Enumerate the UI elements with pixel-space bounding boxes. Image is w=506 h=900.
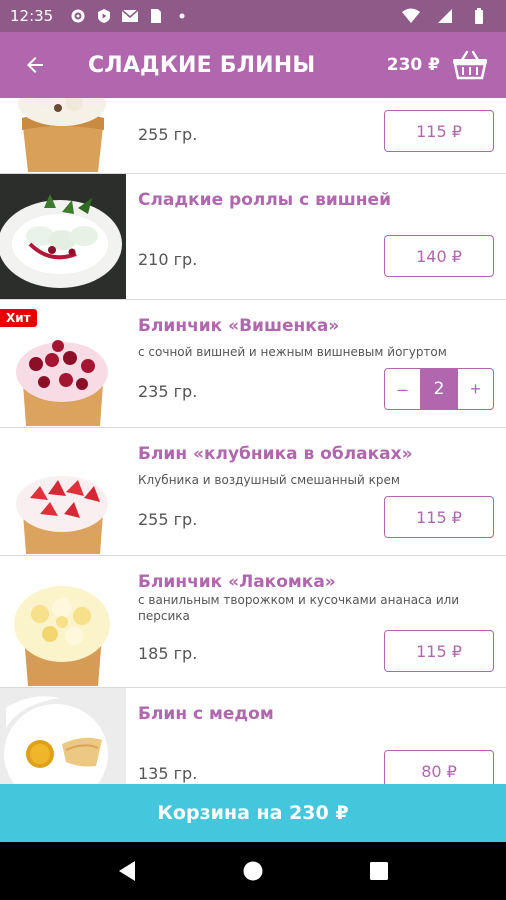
product-image — [0, 688, 126, 784]
back-button[interactable] — [0, 32, 70, 98]
product-weight: 210 гр. — [138, 250, 198, 269]
product-weight: 185 гр. — [138, 644, 198, 663]
product-row[interactable]: Хит Блинчик «Вишенка» с сочной вишней и … — [0, 300, 506, 428]
hit-badge: Хит — [0, 309, 37, 327]
basket-button[interactable] — [448, 43, 492, 87]
add-to-cart-button[interactable]: 115 ₽ — [384, 110, 494, 152]
navigation-bar — [0, 842, 506, 900]
back-triangle-icon — [119, 861, 135, 881]
add-to-cart-button[interactable]: 140 ₽ — [384, 235, 494, 277]
status-time: 12:35 — [10, 7, 54, 25]
product-description: с ванильным творожком и кусочками ананас… — [138, 593, 460, 623]
product-description: с сочной вишней и нежным вишневым йогурт… — [138, 345, 447, 359]
gear-icon — [69, 7, 87, 25]
cart-total[interactable]: 230 ₽ — [387, 55, 440, 75]
app-bar: СЛАДКИЕ БЛИНЫ 230 ₽ — [0, 32, 506, 98]
arrow-left-icon — [27, 57, 43, 73]
product-weight: 255 гр. — [138, 125, 198, 144]
increase-button[interactable]: + — [458, 369, 493, 409]
product-image — [0, 174, 126, 299]
product-name[interactable]: Блин «клубника в облаках» — [138, 444, 413, 464]
product-list[interactable]: 255 гр. 115 ₽ Сладкие роллы с вишней 210… — [0, 98, 506, 784]
home-circle-icon — [243, 861, 263, 881]
quantity-stepper[interactable]: – 2 + — [384, 368, 494, 410]
signal-icon — [436, 7, 454, 25]
nav-back-button[interactable] — [103, 847, 151, 895]
decrease-button[interactable]: – — [385, 369, 420, 409]
nav-home-button[interactable] — [229, 847, 277, 895]
product-row[interactable]: Блин «клубника в облаках» Клубника и воз… — [0, 428, 506, 556]
product-image — [0, 98, 126, 173]
product-row[interactable]: 255 гр. 115 ₽ — [0, 98, 506, 174]
product-name[interactable]: Блин с медом — [138, 704, 274, 724]
page-title: СЛАДКИЕ БЛИНЫ — [88, 52, 316, 78]
mail-icon — [121, 7, 139, 25]
nav-recents-button[interactable] — [355, 847, 403, 895]
product-weight: 255 гр. — [138, 510, 198, 529]
product-image — [0, 556, 126, 687]
add-to-cart-button[interactable]: 80 ₽ — [384, 750, 494, 784]
shield-play-icon — [95, 7, 113, 25]
product-row[interactable]: Блин с медом 135 гр. 80 ₽ — [0, 688, 506, 784]
quantity-value: 2 — [420, 369, 458, 409]
product-weight: 235 гр. — [138, 382, 198, 401]
cart-button[interactable]: Корзина на 230 ₽ — [0, 784, 506, 842]
product-row[interactable]: Блинчик «Лакомка» с ванильным творожком … — [0, 556, 506, 688]
basket-icon — [453, 50, 487, 80]
battery-icon — [470, 7, 488, 25]
product-name[interactable]: Сладкие роллы с вишней — [138, 190, 391, 210]
product-description: Клубника и воздушный смешанный крем — [138, 473, 400, 487]
dot-icon — [173, 7, 191, 25]
product-row[interactable]: Сладкие роллы с вишней 210 гр. 140 ₽ — [0, 174, 506, 300]
status-bar: 12:35 — [0, 0, 506, 32]
add-to-cart-button[interactable]: 115 ₽ — [384, 630, 494, 672]
sim-card-icon — [147, 7, 165, 25]
wifi-icon — [402, 7, 420, 25]
product-image — [0, 428, 126, 555]
product-name[interactable]: Блинчик «Вишенка» — [138, 316, 339, 336]
recents-square-icon — [370, 862, 388, 880]
add-to-cart-button[interactable]: 115 ₽ — [384, 496, 494, 538]
product-name[interactable]: Блинчик «Лакомка» — [138, 572, 336, 592]
product-weight: 135 гр. — [138, 764, 198, 783]
